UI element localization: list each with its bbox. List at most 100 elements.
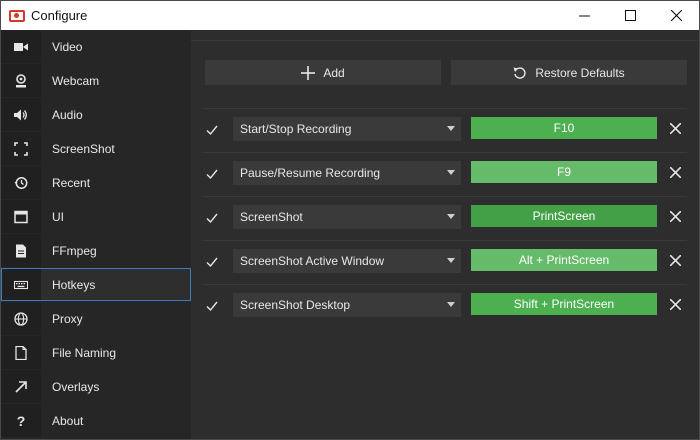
maximize-icon <box>624 10 636 21</box>
hotkey-row-screenshot-desktop: ScreenShot Desktop Shift + PrintScreen <box>203 286 687 326</box>
configure-window: Configure Video Webcam Audio ScreenShot … <box>0 0 700 440</box>
sidebar-item-proxy[interactable]: Proxy <box>1 302 191 335</box>
row-divider <box>203 152 687 153</box>
hotkey-action-label: ScreenShot Desktop <box>240 298 351 312</box>
remove-hotkey-button[interactable] <box>667 164 683 180</box>
sidebar-item-label: Proxy <box>52 311 83 326</box>
divider <box>191 40 699 41</box>
checkmark-icon <box>206 257 218 268</box>
hotkey-action-label: ScreenShot Active Window <box>240 254 385 268</box>
sidebar-item-label: About <box>52 413 84 428</box>
minimize-button[interactable] <box>561 1 607 30</box>
row-divider <box>203 196 687 197</box>
title-bar[interactable]: Configure <box>1 1 699 30</box>
sidebar-item-hotkeys[interactable]: Hotkeys <box>1 268 191 301</box>
video-camera-icon <box>1 30 41 63</box>
app-record-icon <box>9 9 25 22</box>
restore-icon <box>513 66 526 79</box>
row-divider <box>203 240 687 241</box>
remove-hotkey-button[interactable] <box>667 252 683 268</box>
checkmark-icon <box>206 169 218 180</box>
close-icon <box>669 166 681 178</box>
dropdown-arrow-icon <box>447 126 455 131</box>
restore-defaults-button[interactable]: Restore Defaults <box>451 60 687 85</box>
row-divider <box>203 284 687 285</box>
file-icon <box>1 234 41 267</box>
hotkey-key-field[interactable]: F9 <box>471 161 657 183</box>
hotkey-key-field[interactable]: Shift + PrintScreen <box>471 293 657 315</box>
hotkey-enabled-checkbox[interactable] <box>203 297 221 315</box>
keyboard-icon <box>1 268 41 301</box>
hotkey-action-label: Start/Stop Recording <box>240 122 352 136</box>
hotkey-enabled-checkbox[interactable] <box>203 253 221 271</box>
hotkey-row-pause-resume-recording: Pause/Resume Recording F9 <box>203 154 687 194</box>
checkmark-icon <box>206 125 218 136</box>
close-icon <box>669 210 681 222</box>
close-icon <box>670 10 682 21</box>
close-icon <box>669 254 681 266</box>
sidebar-item-video[interactable]: Video <box>1 30 191 63</box>
add-button-label: Add <box>323 65 345 80</box>
history-icon <box>1 166 41 199</box>
sidebar-item-webcam[interactable]: Webcam <box>1 64 191 97</box>
hotkey-enabled-checkbox[interactable] <box>203 209 221 227</box>
window-controls <box>561 1 699 30</box>
maximize-button[interactable] <box>607 1 653 30</box>
sidebar-item-label: FFmpeg <box>52 243 97 258</box>
row-divider <box>203 108 687 109</box>
file-naming-icon <box>1 336 41 369</box>
hotkey-key-field[interactable]: PrintScreen <box>471 205 657 227</box>
close-window-button[interactable] <box>653 1 699 30</box>
remove-hotkey-button[interactable] <box>667 208 683 224</box>
sidebar-item-screenshot[interactable]: ScreenShot <box>1 132 191 165</box>
sidebar-item-label: Video <box>52 39 83 54</box>
remove-hotkey-button[interactable] <box>667 296 683 312</box>
sidebar-item-overlays[interactable]: Overlays <box>1 370 191 403</box>
sidebar-item-file-naming[interactable]: File Naming <box>1 336 191 369</box>
restore-defaults-label: Restore Defaults <box>535 65 625 80</box>
hotkey-row-start-stop-recording: Start/Stop Recording F10 <box>203 110 687 150</box>
hotkey-row-screenshot-active-window: ScreenShot Active Window Alt + PrintScre… <box>203 242 687 282</box>
sidebar-item-label: File Naming <box>52 345 117 360</box>
plus-icon <box>301 65 316 80</box>
dropdown-arrow-icon <box>447 258 455 263</box>
checkmark-icon <box>206 213 218 224</box>
hotkey-action-dropdown[interactable]: Start/Stop Recording <box>233 117 461 141</box>
window-icon <box>1 200 41 233</box>
sidebar-item-recent[interactable]: Recent <box>1 166 191 199</box>
sidebar-item-ui[interactable]: UI <box>1 200 191 233</box>
sidebar-item-about[interactable]: ? About <box>1 404 191 437</box>
dropdown-arrow-icon <box>447 214 455 219</box>
globe-icon <box>1 302 41 335</box>
hotkey-key-field[interactable]: F10 <box>471 117 657 139</box>
hotkey-enabled-checkbox[interactable] <box>203 121 221 139</box>
hotkey-action-label: ScreenShot <box>240 210 303 224</box>
hotkeys-panel: Add Restore Defaults Start/Stop Recordin… <box>191 30 699 439</box>
sidebar-item-ffmpeg[interactable]: FFmpeg <box>1 234 191 267</box>
add-button[interactable]: Add <box>205 60 441 85</box>
hotkey-action-dropdown[interactable]: ScreenShot Active Window <box>233 249 461 273</box>
sidebar-item-label: ScreenShot <box>52 141 115 156</box>
hotkey-enabled-checkbox[interactable] <box>203 165 221 183</box>
speaker-icon <box>1 98 41 131</box>
arrow-up-right-icon <box>1 370 41 403</box>
sidebar-item-label: Audio <box>52 107 83 122</box>
minimize-icon <box>578 15 590 17</box>
sidebar-item-label: Webcam <box>52 73 100 88</box>
webcam-icon <box>1 64 41 97</box>
hotkey-action-dropdown[interactable]: Pause/Resume Recording <box>233 161 461 185</box>
hotkey-action-dropdown[interactable]: ScreenShot <box>233 205 461 229</box>
sidebar: Video Webcam Audio ScreenShot Recent UI … <box>1 30 191 439</box>
close-icon <box>669 122 681 134</box>
question-icon: ? <box>1 404 41 437</box>
hotkey-row-screenshot: ScreenShot PrintScreen <box>203 198 687 238</box>
hotkey-key-field[interactable]: Alt + PrintScreen <box>471 249 657 271</box>
dropdown-arrow-icon <box>447 302 455 307</box>
checkmark-icon <box>206 301 218 312</box>
sidebar-item-label: Recent <box>52 175 91 190</box>
sidebar-item-audio[interactable]: Audio <box>1 98 191 131</box>
remove-hotkey-button[interactable] <box>667 120 683 136</box>
hotkey-action-dropdown[interactable]: ScreenShot Desktop <box>233 293 461 317</box>
window-title: Configure <box>31 8 88 23</box>
hotkey-action-label: Pause/Resume Recording <box>240 166 381 180</box>
